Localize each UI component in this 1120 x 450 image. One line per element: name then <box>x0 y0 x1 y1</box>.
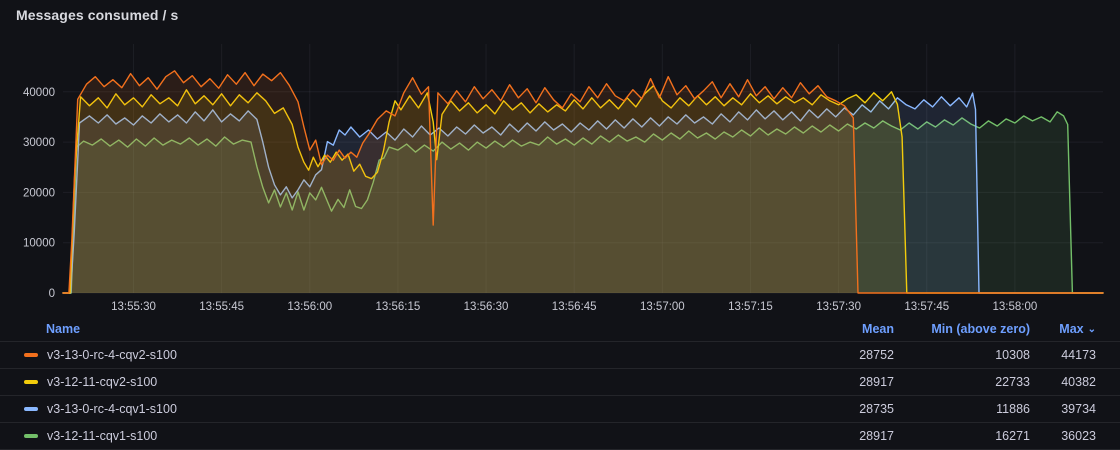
legend-cell-max: 39734 <box>1030 402 1096 416</box>
sort-desc-icon[interactable]: ⌄ <box>1088 324 1096 335</box>
legend-header-mean[interactable]: Mean <box>784 322 894 336</box>
legend-cell-name[interactable]: v3-13-0-rc-4-cqv2-s100 <box>24 348 784 362</box>
legend-header-row: Name Mean Min (above zero) Max ⌄ <box>0 316 1120 342</box>
legend-cell-name[interactable]: v3-12-11-cqv2-s100 <box>24 375 784 389</box>
x-axis-tick-label: 13:56:15 <box>376 301 421 313</box>
legend-table: Name Mean Min (above zero) Max ⌄ v3-13-0-… <box>0 316 1120 450</box>
legend-cell-min: 10308 <box>894 348 1030 362</box>
legend-rows: v3-13-0-rc-4-cqv2-s100287521030844173v3-… <box>0 342 1120 450</box>
x-axis-tick-label: 13:57:15 <box>728 301 773 313</box>
legend-cell-min: 22733 <box>894 375 1030 389</box>
series-name-label[interactable]: v3-13-0-rc-4-cqv1-s100 <box>47 402 177 416</box>
series-color-swatch[interactable] <box>24 407 38 411</box>
x-axis-tick-label: 13:57:45 <box>904 301 949 313</box>
legend-cell-mean: 28917 <box>784 429 894 443</box>
y-axis-tick-label: 30000 <box>23 137 55 149</box>
x-axis-tick-label: 13:55:30 <box>111 301 156 313</box>
y-axis-tick-label: 0 <box>49 288 55 300</box>
series-color-swatch[interactable] <box>24 353 38 357</box>
y-axis-tick-label: 20000 <box>23 187 55 199</box>
x-axis-tick-label: 13:58:00 <box>992 301 1037 313</box>
legend-cell-max: 40382 <box>1030 375 1096 389</box>
legend-row: v3-12-11-cqv2-s100 289172273340382 <box>0 369 1120 396</box>
legend-cell-name[interactable]: v3-12-11-cqv1-s100 <box>24 429 784 443</box>
legend-cell-mean: 28917 <box>784 375 894 389</box>
legend-cell-name[interactable]: v3-13-0-rc-4-cqv1-s100 <box>24 402 784 416</box>
x-axis-tick-label: 13:57:00 <box>640 301 685 313</box>
series-color-swatch[interactable] <box>24 380 38 384</box>
legend-cell-mean: 28735 <box>784 402 894 416</box>
legend-header-max[interactable]: Max ⌄ <box>1030 322 1096 336</box>
legend-header-max-label[interactable]: Max <box>1059 322 1083 336</box>
x-axis-tick-label: 13:55:45 <box>199 301 244 313</box>
series-color-swatch[interactable] <box>24 434 38 438</box>
series-name-label[interactable]: v3-13-0-rc-4-cqv2-s100 <box>47 348 177 362</box>
legend-cell-min: 11886 <box>894 402 1030 416</box>
y-axis-tick-label: 10000 <box>23 238 55 250</box>
legend-row: v3-13-0-rc-4-cqv1-s100 287351188639734 <box>0 396 1120 423</box>
y-axis-tick-label: 40000 <box>23 87 55 99</box>
legend-cell-max: 44173 <box>1030 348 1096 362</box>
x-axis-tick-label: 13:57:30 <box>816 301 861 313</box>
legend-cell-mean: 28752 <box>784 348 894 362</box>
legend-header-name[interactable]: Name <box>24 322 784 336</box>
legend-header-min[interactable]: Min (above zero) <box>894 322 1030 336</box>
series-name-label[interactable]: v3-12-11-cqv1-s100 <box>47 429 157 443</box>
legend-row: v3-12-11-cqv1-s100 289171627136023 <box>0 423 1120 450</box>
legend-row: v3-13-0-rc-4-cqv2-s100 287521030844173 <box>0 342 1120 369</box>
x-axis-tick-label: 13:56:30 <box>464 301 509 313</box>
x-axis-tick-label: 13:56:00 <box>287 301 332 313</box>
legend-cell-max: 36023 <box>1030 429 1096 443</box>
legend-cell-min: 16271 <box>894 429 1030 443</box>
x-axis-tick-label: 13:56:45 <box>552 301 597 313</box>
chart-area[interactable]: 0 10000 20000 30000 40000 13:55:30 13:55:45 13:… <box>0 0 1120 316</box>
legend-header-name-label[interactable]: Name <box>46 322 80 336</box>
chart-canvas[interactable]: 0 10000 20000 30000 40000 13:55:30 13:55:45 13:… <box>0 0 1120 316</box>
series-name-label[interactable]: v3-12-11-cqv2-s100 <box>47 375 157 389</box>
